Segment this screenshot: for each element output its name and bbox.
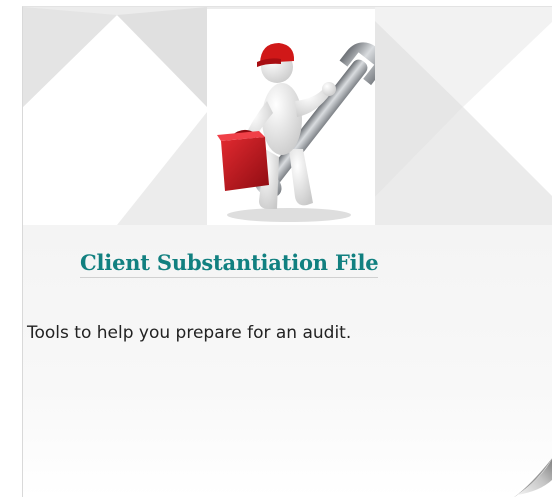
tile-title-link[interactable]: Client Substantiation File bbox=[80, 250, 379, 278]
figure-with-wrench-and-toolbox-icon bbox=[207, 9, 375, 225]
resource-tile[interactable]: Client Substantiation File Tools to help… bbox=[22, 6, 552, 497]
tile-banner bbox=[23, 7, 552, 225]
tile-description: Tools to help you prepare for an audit. bbox=[27, 323, 352, 343]
page-curl-icon bbox=[512, 457, 552, 497]
